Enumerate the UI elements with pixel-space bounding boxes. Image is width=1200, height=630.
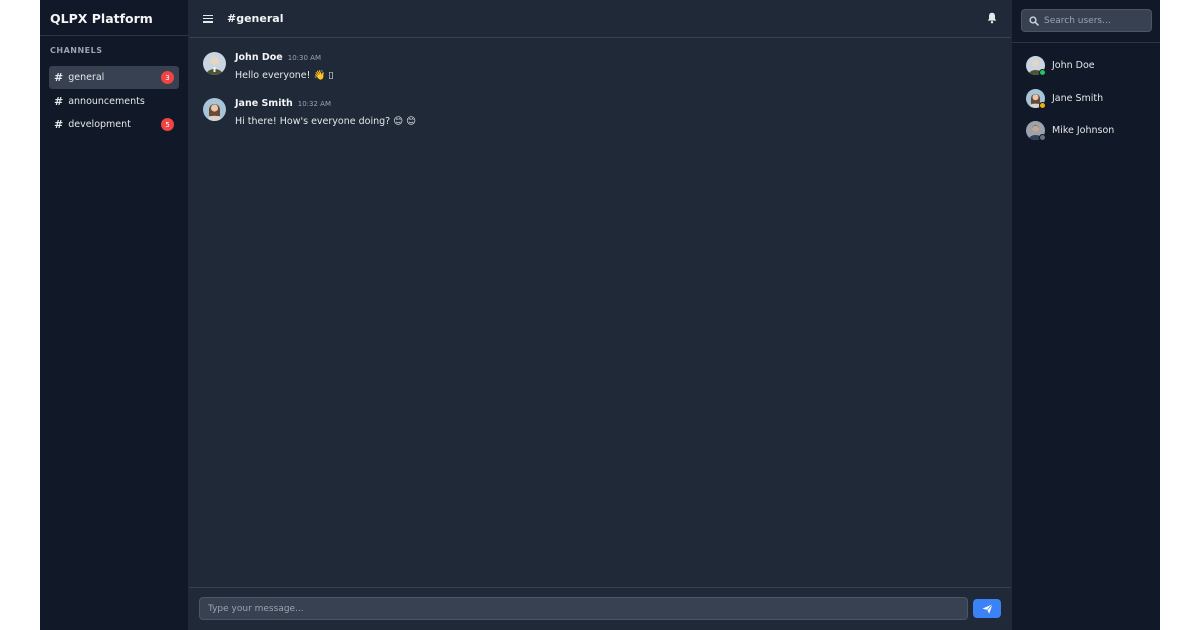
avatar xyxy=(203,52,226,75)
users-sidebar: John Doe Jane Smith xyxy=(1011,0,1160,630)
channel-label: announcements xyxy=(68,95,145,107)
chat-app: QLPX Platform CHANNELS # general 3 # ann… xyxy=(40,0,1160,630)
user-search-bar xyxy=(1012,0,1160,43)
message-item: Jane Smith 10:32 AM Hi there! How's ever… xyxy=(203,98,997,127)
avatar xyxy=(203,98,226,121)
user-search xyxy=(1021,9,1152,32)
message-text: Hi there! How's everyone doing? 😊 😊 xyxy=(235,116,417,127)
user-search-input[interactable] xyxy=(1022,10,1151,31)
status-offline-indicator xyxy=(1039,134,1046,141)
user-name: Mike Johnson xyxy=(1052,125,1115,136)
user-item-mike-johnson[interactable]: Mike Johnson xyxy=(1026,121,1160,141)
message-list: John Doe 10:30 AM Hello everyone! 👋 ▯ Ja… xyxy=(189,38,1011,127)
message-composer xyxy=(189,587,1011,630)
send-icon xyxy=(982,603,993,614)
message-text: Hello everyone! 👋 ▯ xyxy=(235,70,334,81)
channel-sidebar: QLPX Platform CHANNELS # general 3 # ann… xyxy=(40,0,189,630)
user-item-john-doe[interactable]: John Doe xyxy=(1026,56,1160,76)
unread-badge: 5 xyxy=(161,118,174,131)
avatar xyxy=(1026,56,1046,76)
user-name: John Doe xyxy=(1052,60,1095,71)
avatar xyxy=(1026,88,1046,109)
channel-item-announcements[interactable]: # announcements xyxy=(49,90,179,113)
app-title: QLPX Platform xyxy=(40,0,188,36)
channel-list: # general 3 # announcements # developmen… xyxy=(40,66,188,136)
hash-icon: # xyxy=(54,118,64,131)
channel-title: #general xyxy=(227,12,284,25)
message-input[interactable] xyxy=(199,597,968,620)
send-button[interactable] xyxy=(973,599,1001,618)
bell-icon[interactable] xyxy=(987,12,997,24)
status-away-indicator xyxy=(1039,101,1046,109)
hash-icon: # xyxy=(54,71,64,84)
user-item-jane-smith[interactable]: Jane Smith xyxy=(1026,88,1160,109)
message-author: Jane Smith xyxy=(235,98,293,109)
message-author: John Doe xyxy=(235,52,283,63)
user-name: Jane Smith xyxy=(1052,92,1104,104)
menu-icon[interactable] xyxy=(203,14,213,23)
message-time: 10:30 AM xyxy=(287,54,321,62)
channels-section-label: CHANNELS xyxy=(50,46,103,55)
channel-label: general xyxy=(68,72,105,83)
hash-icon: # xyxy=(54,94,64,108)
unread-badge: 3 xyxy=(161,71,174,84)
avatar xyxy=(1026,121,1046,141)
message-item: John Doe 10:30 AM Hello everyone! 👋 ▯ xyxy=(203,52,997,81)
chat-header: #general xyxy=(189,0,1011,38)
channel-item-general[interactable]: # general 3 xyxy=(49,66,179,89)
user-list: John Doe Jane Smith Mike Johnson xyxy=(1012,43,1160,141)
chat-main: #general John Doe 10:30 AM Hello everyon… xyxy=(189,0,1011,630)
channel-item-development[interactable]: # development 5 xyxy=(49,113,179,136)
channel-label: development xyxy=(68,119,131,130)
status-online-indicator xyxy=(1039,69,1046,76)
message-time: 10:32 AM xyxy=(297,100,331,108)
